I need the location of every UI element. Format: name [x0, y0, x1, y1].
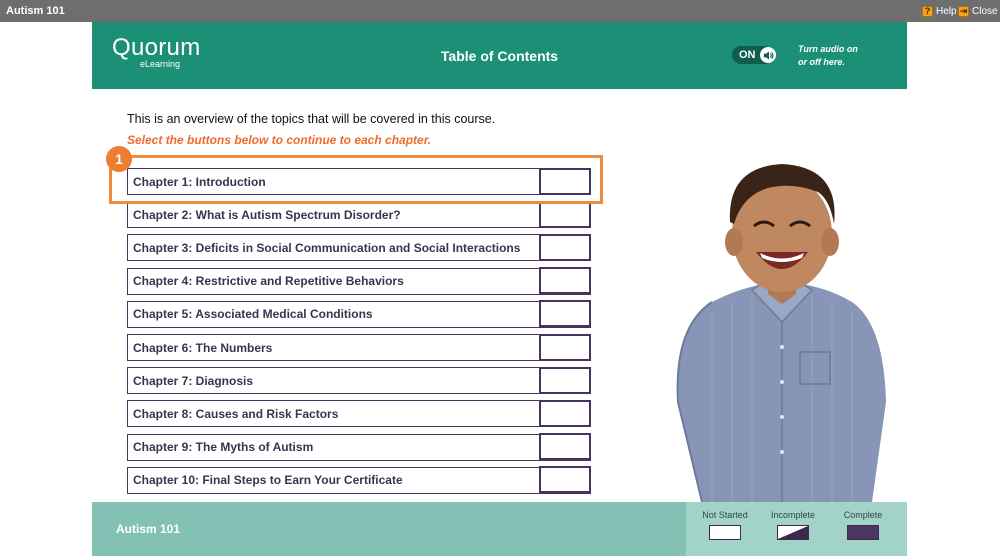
audio-hint: Turn audio on or off here. [798, 44, 858, 67]
window-title: Autism 101 [6, 5, 65, 17]
page-title: Table of Contents [440, 48, 559, 64]
chapter-button[interactable]: Chapter 7: Diagnosis [127, 366, 591, 395]
close-label: Close [972, 5, 998, 17]
chapter-label: Chapter 6: The Numbers [133, 340, 273, 355]
child-photo [676, 164, 886, 502]
chapter-button[interactable]: Chapter 3: Deficits in Social Communicat… [127, 233, 591, 262]
audio-toggle[interactable]: ON [732, 46, 776, 64]
chapter-label: Chapter 10: Final Steps to Earn Your Cer… [133, 473, 403, 488]
chapter-button[interactable]: Chapter 8: Causes and Risk Factors [127, 399, 591, 428]
chapter-label: Chapter 9: The Myths of Autism [133, 440, 314, 455]
chapter-status-box [539, 333, 591, 361]
help-icon: ? [922, 5, 933, 17]
chapter-status-box [539, 233, 591, 261]
chapter-button[interactable]: Chapter 9: The Myths of Autism [127, 433, 591, 461]
chapter-button[interactable]: Chapter 1: Introduction [127, 167, 591, 195]
chapter-button[interactable]: Chapter 5: Associated Medical Conditions [127, 300, 591, 328]
instruction-text: Select the buttons below to continue to … [127, 133, 432, 147]
chapter-button[interactable]: Chapter 2: What is Autism Spectrum Disor… [127, 200, 591, 229]
chapter-status-box [539, 267, 591, 295]
chapter-button[interactable]: Chapter 10: Final Steps to Earn Your Cer… [127, 466, 591, 494]
legend-incomplete: Incomplete [758, 510, 828, 545]
chapter-status-box [539, 200, 591, 228]
footer-title: Autism 101 [116, 522, 181, 536]
step-badge: 1 [106, 146, 132, 172]
course-footer: Autism 101 Not Started Incomplete Comple… [92, 502, 907, 556]
not-started-swatch [709, 525, 741, 540]
close-icon: ⇥ [958, 5, 969, 17]
chapter-status-box [539, 366, 591, 394]
legend-complete: Complete [828, 510, 898, 545]
course-panel: Quorum eLearning Table of Contents ON Tu… [92, 22, 907, 556]
course-header: Quorum eLearning Table of Contents ON Tu… [92, 22, 907, 89]
legend-not-started: Not Started [690, 510, 760, 545]
status-legend: Not Started Incomplete Complete [686, 502, 907, 556]
help-label: Help [936, 5, 957, 17]
chapter-button[interactable]: Chapter 6: The Numbers [127, 333, 591, 361]
chapter-label: Chapter 2: What is Autism Spectrum Disor… [133, 207, 401, 222]
chapter-label: Chapter 5: Associated Medical Conditions [133, 307, 373, 322]
complete-swatch [847, 525, 879, 540]
chapter-status-box [539, 466, 591, 494]
speaker-icon [760, 47, 776, 63]
chapter-label: Chapter 1: Introduction [133, 174, 266, 189]
chapter-label: Chapter 8: Causes and Risk Factors [133, 406, 339, 421]
chapter-status-box [539, 300, 591, 328]
incomplete-swatch [777, 525, 809, 540]
chapter-label: Chapter 3: Deficits in Social Communicat… [133, 240, 521, 255]
chapter-status-box [539, 433, 591, 461]
audio-state-label: ON [739, 49, 756, 61]
chapter-label: Chapter 4: Restrictive and Repetitive Be… [133, 274, 404, 289]
chapter-label: Chapter 7: Diagnosis [133, 373, 254, 388]
chapter-button[interactable]: Chapter 4: Restrictive and Repetitive Be… [127, 267, 591, 295]
close-button[interactable]: ⇥ Close [958, 4, 998, 18]
chapter-status-box [539, 167, 591, 195]
window-titlebar: Autism 101 ? Help ⇥ Close [0, 0, 1000, 22]
chapter-status-box [539, 399, 591, 427]
help-button[interactable]: ? Help [922, 4, 957, 18]
intro-text: This is an overview of the topics that w… [127, 112, 496, 126]
